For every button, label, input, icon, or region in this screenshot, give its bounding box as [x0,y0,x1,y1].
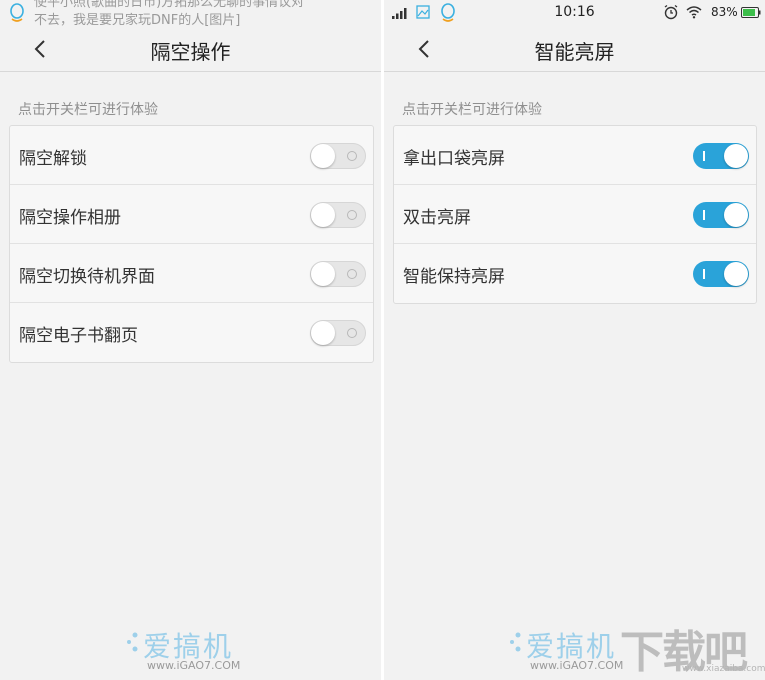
on-indicator [703,210,705,220]
toggle-knob [311,144,335,168]
battery-icon [741,7,761,18]
settings-card: 拿出口袋亮屏 双击亮屏 智能保持亮屏 [393,125,757,304]
site-logo-url: www.xiazaiba.com [682,664,765,674]
setting-label: 拿出口袋亮屏 [403,149,505,169]
right-screen: 10:16 83% 智能亮屏 点击开关栏可进行体验 拿出口袋亮屏 双击亮屏 智能… [384,0,765,680]
setting-label: 隔空操作相册 [19,208,121,228]
site-logo: 下载吧 www.xiazaiba.com [620,616,765,678]
watermark-url: www.iGAO7.COM [147,659,241,672]
status-bar: 10:16 83% [384,0,765,26]
toggle-switch[interactable] [310,261,366,287]
wifi-icon [686,6,702,19]
setting-label: 隔空电子书翻页 [19,326,138,346]
on-indicator [703,151,705,161]
status-bar: 使平小照(歌曲的日市)方拓那么无聊的事情议对 不去，我是要兄家玩DNF的人[图片… [0,0,381,28]
watermark-dots-icon [510,632,521,652]
off-indicator [347,269,357,279]
toggle-knob [311,262,335,286]
section-hint: 点击开关栏可进行体验 [402,102,542,118]
title-bar: 智能亮屏 [384,26,765,72]
on-indicator [703,269,705,279]
toggle-switch[interactable] [310,320,366,346]
watermark-dots-icon [127,632,138,652]
toggle-knob [724,203,748,227]
toggle-switch[interactable] [693,143,749,169]
off-indicator [347,210,357,220]
off-indicator [347,151,357,161]
watermark: 爱搞机 www.iGAO7.COM [125,625,265,675]
toggle-knob [724,144,748,168]
notification-line: 使平小照(歌曲的日市)方拓那么无聊的事情议对 [34,0,305,10]
setting-row-pocket-wake[interactable]: 拿出口袋亮屏 [394,126,756,185]
setting-row-air-album[interactable]: 隔空操作相册 [10,185,373,244]
toggle-knob [724,262,748,286]
setting-row-air-standby[interactable]: 隔空切换待机界面 [10,244,373,303]
page-title: 智能亮屏 [534,40,615,64]
toggle-switch[interactable] [310,202,366,228]
toggle-switch[interactable] [693,202,749,228]
qq-icon [10,3,24,22]
off-indicator [347,328,357,338]
alarm-icon [664,4,678,20]
setting-row-air-unlock[interactable]: 隔空解锁 [10,126,373,185]
setting-row-double-tap-wake[interactable]: 双击亮屏 [394,185,756,244]
battery-percent: 83% [711,5,738,19]
setting-label: 双击亮屏 [403,208,471,228]
setting-label: 隔空切换待机界面 [19,267,155,287]
section-hint: 点击开关栏可进行体验 [18,102,158,118]
settings-card: 隔空解锁 隔空操作相册 隔空切换待机界面 隔空电子书翻页 [9,125,374,363]
setting-row-air-ebook[interactable]: 隔空电子书翻页 [10,303,373,362]
left-screen: 使平小照(歌曲的日市)方拓那么无聊的事情议对 不去，我是要兄家玩DNF的人[图片… [0,0,381,680]
toggle-knob [311,203,335,227]
page-title: 隔空操作 [150,40,231,64]
watermark-url: www.iGAO7.COM [530,659,624,672]
toggle-switch[interactable] [693,261,749,287]
setting-row-smart-stay[interactable]: 智能保持亮屏 [394,244,756,303]
title-bar: 隔空操作 [0,26,381,72]
clock: 10:16 [554,4,595,20]
setting-label: 隔空解锁 [19,149,87,169]
setting-label: 智能保持亮屏 [403,267,505,287]
toggle-switch[interactable] [310,143,366,169]
toggle-knob [311,321,335,345]
